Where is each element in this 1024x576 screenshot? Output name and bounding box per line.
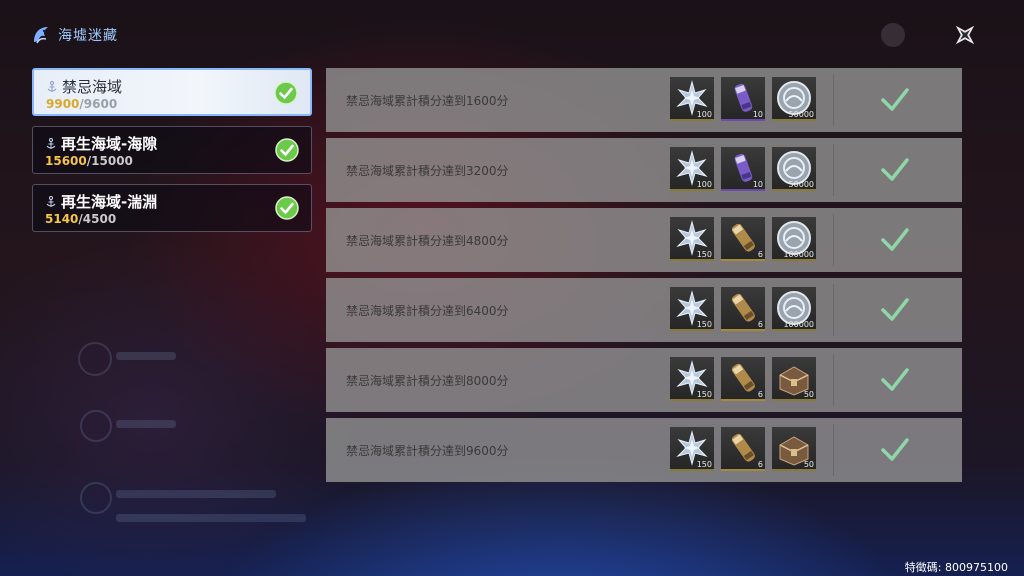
item-quantity: 6 [757, 460, 763, 469]
reward-items: 150 6 50 [670, 357, 816, 401]
reward-item[interactable]: 50 [772, 427, 816, 471]
reward-item[interactable]: 150 [670, 427, 714, 471]
zone-score: 15600/15000 [45, 154, 133, 168]
reward-row: 禁忌海域累計積分達到8000分 150 6 50 [326, 348, 962, 412]
reward-item[interactable]: 150 [670, 357, 714, 401]
claimed-check-icon [880, 296, 910, 324]
zone-name: 再生海域-湍淵 [61, 193, 158, 211]
reward-item[interactable]: 100 [670, 147, 714, 191]
reward-item[interactable]: 150 [670, 217, 714, 261]
close-icon[interactable] [950, 20, 980, 50]
completed-check-icon [275, 138, 299, 162]
item-quantity: 100 [696, 110, 712, 119]
row-divider [833, 214, 834, 266]
zone-item-forbidden-sea[interactable]: 禁忌海域 9900/9600 [32, 68, 312, 116]
zone-score: 9900/9600 [46, 97, 118, 111]
reward-items: 150 6 100000 [670, 287, 816, 331]
claimed-check-icon [880, 436, 910, 464]
item-quantity: 50 [803, 460, 814, 469]
reward-item[interactable]: 150 [670, 287, 714, 331]
item-quantity: 150 [696, 460, 712, 469]
reward-item[interactable]: 50000 [772, 77, 816, 121]
reward-requirement: 禁忌海域累計積分達到3200分 [346, 164, 509, 178]
row-divider [833, 424, 834, 476]
reward-row: 禁忌海域累計積分達到3200分 100 10 50000 [326, 138, 962, 202]
item-quantity: 150 [696, 390, 712, 399]
reward-row: 禁忌海域累計積分達到4800分 150 6 100000 [326, 208, 962, 272]
menu-dot-icon [881, 23, 905, 47]
item-quantity: 6 [757, 250, 763, 259]
reward-item[interactable]: 6 [721, 357, 765, 401]
zone-name: 禁忌海域 [62, 78, 123, 96]
zone-item-regen-sea-gap[interactable]: 再生海域-海隙 15600/15000 [32, 126, 312, 174]
reward-item[interactable]: 6 [721, 217, 765, 261]
reward-list: 禁忌海域累計積分達到1600分 100 10 50000 禁忌海域累計積分達到3200分… [326, 68, 962, 488]
reward-item[interactable]: 100 [670, 77, 714, 121]
item-quantity: 50000 [788, 110, 814, 119]
anchor-icon [46, 138, 56, 149]
reward-item[interactable]: 10 [721, 77, 765, 121]
reward-requirement: 禁忌海域累計積分達到4800分 [346, 234, 509, 248]
item-quantity: 50 [803, 390, 814, 399]
reward-row: 禁忌海域累計積分達到1600分 100 10 50000 [326, 68, 962, 132]
reward-row: 禁忌海域累計積分達到6400分 150 6 100000 [326, 278, 962, 342]
reward-item[interactable]: 10 [721, 147, 765, 191]
reward-row: 禁忌海域累計積分達到9600分 150 6 50 [326, 418, 962, 482]
claimed-check-icon [880, 156, 910, 184]
reward-item[interactable]: 6 [721, 427, 765, 471]
zone-item-regen-sea-abyss[interactable]: 再生海域-湍淵 5140/4500 [32, 184, 312, 232]
row-divider [833, 74, 834, 126]
reward-items: 100 10 50000 [670, 77, 816, 121]
item-quantity: 50000 [788, 180, 814, 189]
completed-check-icon [274, 81, 298, 105]
reward-item[interactable]: 100000 [772, 287, 816, 331]
reward-item[interactable]: 6 [721, 287, 765, 331]
feature-code: 特徵碼: 800975100 [904, 561, 1008, 574]
completed-check-icon [275, 196, 299, 220]
sea-dragon-logo-icon [34, 27, 48, 44]
reward-items: 150 6 100000 [670, 217, 816, 261]
item-quantity: 100000 [783, 320, 814, 329]
reward-requirement: 禁忌海域累計積分達到1600分 [346, 94, 509, 108]
item-quantity: 6 [757, 390, 763, 399]
reward-item[interactable]: 50000 [772, 147, 816, 191]
row-divider [833, 354, 834, 406]
row-divider [833, 144, 834, 196]
reward-requirement: 禁忌海域累計積分達到9600分 [346, 444, 509, 458]
claimed-check-icon [880, 226, 910, 254]
reward-items: 100 10 50000 [670, 147, 816, 191]
reward-item[interactable]: 50 [772, 357, 816, 401]
reward-item[interactable]: 100000 [772, 217, 816, 261]
row-divider [833, 284, 834, 336]
zone-name: 再生海域-海隙 [61, 135, 158, 153]
claimed-check-icon [880, 86, 910, 114]
item-quantity: 100000 [783, 250, 814, 259]
reward-requirement: 禁忌海域累計積分達到8000分 [346, 374, 509, 388]
reward-items: 150 6 50 [670, 427, 816, 471]
item-quantity: 6 [757, 320, 763, 329]
anchor-icon [46, 196, 56, 207]
zone-list: 禁忌海域 9900/9600 再生海域-海隙 15600/15000 再生海域-… [32, 68, 312, 242]
claimed-check-icon [880, 366, 910, 394]
item-quantity: 10 [752, 110, 763, 119]
reward-requirement: 禁忌海域累計積分達到6400分 [346, 304, 509, 318]
page-header: 海墟迷藏 [30, 24, 118, 46]
zone-score: 5140/4500 [45, 212, 117, 226]
anchor-icon [47, 81, 57, 92]
item-quantity: 150 [696, 250, 712, 259]
item-quantity: 150 [696, 320, 712, 329]
item-quantity: 100 [696, 180, 712, 189]
item-quantity: 10 [752, 180, 763, 189]
page-title: 海墟迷藏 [58, 28, 118, 44]
